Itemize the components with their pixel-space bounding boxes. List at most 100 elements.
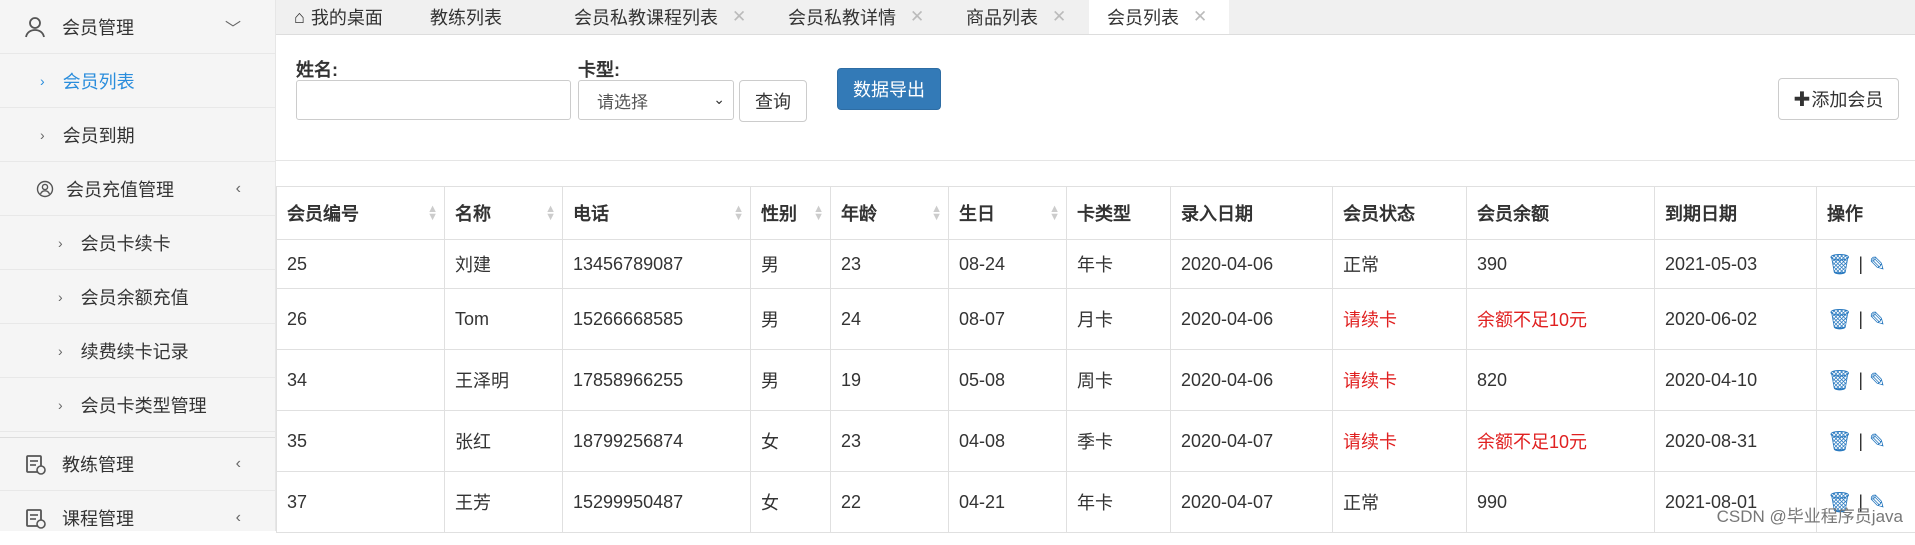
trash-icon[interactable]: 🗑 [1827,368,1852,393]
table-row: 34王泽明17858966255男1905-08周卡2020-04-06请续卡8… [277,350,1915,411]
tab-label: 我的桌面 [311,4,383,30]
card-type-cell: 月卡 [1067,289,1171,350]
trash-icon[interactable]: 🗑 [1827,307,1852,332]
card-type-select[interactable]: 请选择 ⌄ [578,80,734,120]
chevron-down-icon: ﹀ [225,15,241,39]
gender-cell: 男 [751,289,831,350]
pencil-icon[interactable]: ✎ [1869,307,1886,332]
sort-icon: ▲▼ [813,205,824,221]
actions-cell: 🗑 | ✎ [1817,350,1915,411]
sidebar-item-course-management[interactable]: 课程管理 ‹ [0,491,275,545]
gender-cell: 男 [751,240,831,289]
sidebar-item-label: 教练管理 [62,451,134,477]
tab-label: 教练列表 [430,4,502,30]
entry-date-cell: 2020-04-07 [1171,472,1333,533]
member-status-cell: 请续卡 [1333,350,1467,411]
sidebar-item-member-list[interactable]: › 会员列表 [0,54,275,108]
member-balance-cell: 820 [1467,350,1655,411]
export-button[interactable]: 数据导出 [837,68,941,110]
birthday-cell: 08-24 [949,240,1067,289]
tab-desktop[interactable]: ⌂ 我的桌面 [294,0,383,34]
sidebar-item-card-type-management[interactable]: › 会员卡类型管理 [0,378,275,432]
column-header[interactable]: 电话▲▼ [563,187,751,240]
tab-private-course-list[interactable]: 会员私教课程列表 ✕ [574,0,746,34]
close-icon[interactable]: ✕ [910,7,924,27]
tab-product-list[interactable]: 商品列表 ✕ [966,0,1066,34]
tab-bar: ⌂ 我的桌面 教练列表 会员私教课程列表 ✕ 会员私教详情 ✕ 商品列表 ✕ 会… [276,0,1915,35]
add-member-button[interactable]: ✚ 添加会员 [1778,78,1899,120]
column-header[interactable]: 会员余额 [1467,187,1655,240]
phone-cell: 15299950487 [563,472,751,533]
close-icon[interactable]: ✕ [1052,7,1066,27]
action-separator: | [1858,370,1863,391]
actions-cell: 🗑 | ✎ [1817,289,1915,350]
action-separator: | [1858,309,1863,330]
sidebar-item-label: 会员列表 [63,68,135,94]
close-icon[interactable]: ✕ [1193,7,1207,27]
column-header[interactable]: 录入日期 [1171,187,1333,240]
tab-label: 会员私教课程列表 [574,4,718,30]
column-header[interactable]: 性别▲▼ [751,187,831,240]
member-status-cell: 请续卡 [1333,289,1467,350]
column-header[interactable]: 卡类型 [1067,187,1171,240]
column-header[interactable]: 会员编号▲▼ [277,187,445,240]
trash-icon[interactable]: 🗑 [1827,429,1852,454]
sidebar-item-member-expiry[interactable]: › 会员到期 [0,108,275,162]
column-header[interactable]: 会员状态 [1333,187,1467,240]
sort-icon: ▲▼ [545,205,556,221]
chevron-right-icon: › [58,289,63,305]
sidebar-item-recharge-management[interactable]: 会员充值管理 ‹ [0,162,275,216]
member-balance-cell: 余额不足10元 [1467,411,1655,472]
sidebar-item-label: 会员余额充值 [81,284,189,310]
name-input[interactable] [296,80,571,120]
csdn-watermark: CSDN @毕业程序员java [1717,502,1903,527]
table-row: 37王芳15299950487女2204-21年卡2020-04-07正常990… [277,472,1915,533]
column-header[interactable]: 年龄▲▼ [831,187,949,240]
sidebar-item-balance-recharge[interactable]: › 会员余额充值 [0,270,275,324]
action-separator: | [1858,431,1863,452]
column-header[interactable]: 到期日期 [1655,187,1817,240]
birthday-cell: 08-07 [949,289,1067,350]
query-button[interactable]: 查询 [739,80,807,122]
sidebar-item-coach-management[interactable]: 教练管理 ‹ [0,437,275,491]
sidebar-item-label: 续费续卡记录 [81,338,189,364]
sidebar: 会员管理 ﹀ › 会员列表 › 会员到期 会员充值管理 ‹ › 会员卡续卡 › … [0,0,276,531]
calendar-icon [24,453,46,475]
pencil-icon[interactable]: ✎ [1869,429,1886,454]
trash-icon[interactable]: 🗑 [1827,252,1852,277]
expiry-date-cell: 2020-06-02 [1655,289,1817,350]
chevron-right-icon: › [58,235,63,251]
table-row: 25刘建13456789087男2308-24年卡2020-04-06正常390… [277,240,1915,289]
tab-private-detail[interactable]: 会员私教详情 ✕ [788,0,924,34]
sidebar-item-renewal-records[interactable]: › 续费续卡记录 [0,324,275,378]
pencil-icon[interactable]: ✎ [1869,252,1886,277]
sidebar-item-card-renewal[interactable]: › 会员卡续卡 [0,216,275,270]
member-id-cell: 35 [277,411,445,472]
member-name-cell: 王芳 [445,472,563,533]
card-type-cell: 季卡 [1067,411,1171,472]
chevron-left-icon: ‹ [236,455,241,473]
birthday-cell: 04-21 [949,472,1067,533]
age-cell: 19 [831,350,949,411]
column-header[interactable]: 生日▲▼ [949,187,1067,240]
entry-date-cell: 2020-04-06 [1171,240,1333,289]
pencil-icon[interactable]: ✎ [1869,368,1886,393]
chevron-right-icon: › [40,127,45,143]
search-panel: 姓名: 卡型: 请选择 ⌄ 查询 数据导出 ✚ 添加会员 [276,36,1915,161]
gender-cell: 男 [751,350,831,411]
tab-label: 会员私教详情 [788,4,896,30]
phone-cell: 17858966255 [563,350,751,411]
tab-member-list[interactable]: 会员列表 ✕ [1089,0,1229,34]
sidebar-item-label: 课程管理 [62,505,134,531]
table-header-row: 会员编号▲▼ 名称▲▼ 电话▲▼ 性别▲▼ 年龄▲▼ 生日▲▼ 卡类型 录入日期… [277,187,1915,240]
sidebar-item-member-management[interactable]: 会员管理 ﹀ [0,0,275,54]
close-icon[interactable]: ✕ [732,7,746,27]
chevron-left-icon: ‹ [236,509,241,527]
age-cell: 23 [831,240,949,289]
age-cell: 23 [831,411,949,472]
sidebar-item-label: 会员卡类型管理 [81,392,207,418]
column-header[interactable]: 名称▲▼ [445,187,563,240]
table-row: 35张红18799256874女2304-08季卡2020-04-07请续卡余额… [277,411,1915,472]
tab-coach-list[interactable]: 教练列表 [430,0,502,34]
chevron-down-icon: ⌄ [713,91,725,108]
